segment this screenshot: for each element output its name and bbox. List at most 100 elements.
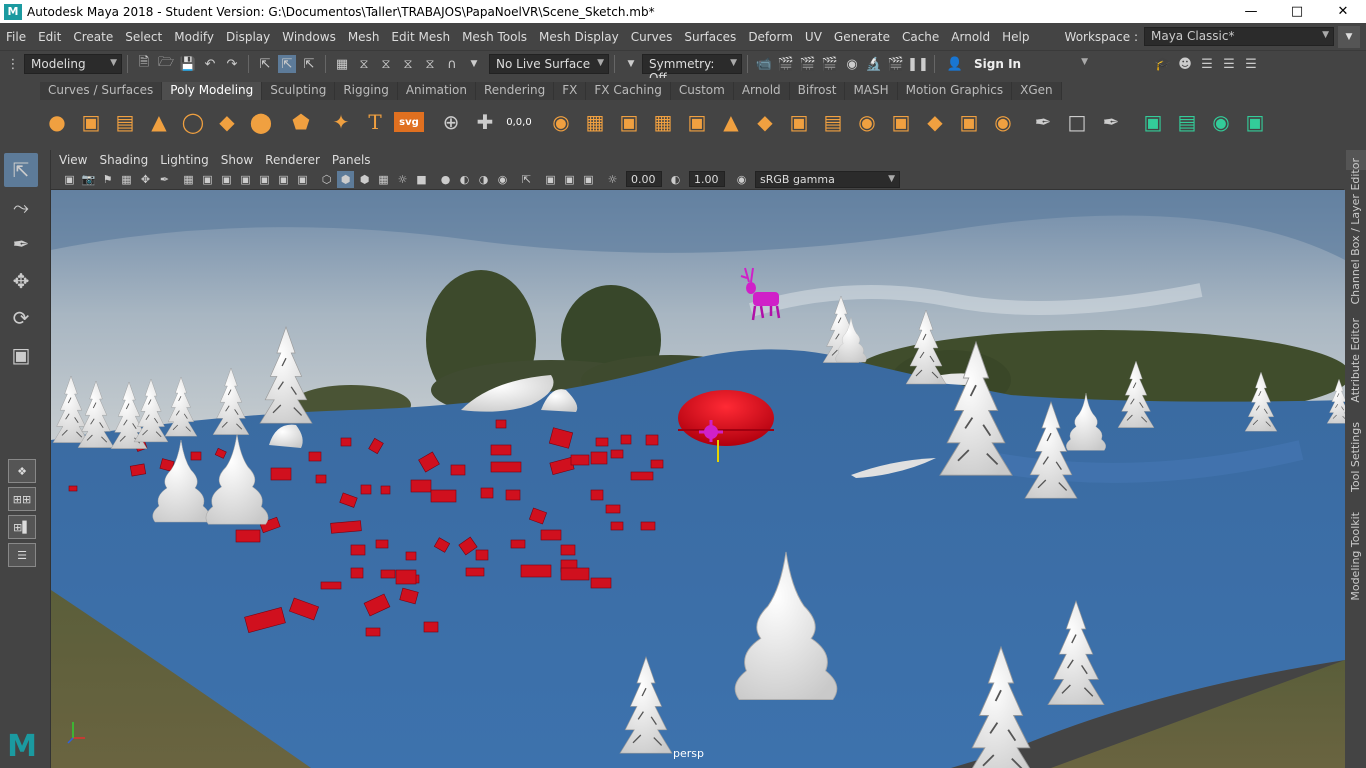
reduce-icon[interactable]: ▲ [716, 107, 746, 137]
four-view-layout-icon[interactable]: ⊞⊞ [8, 487, 36, 511]
center-pivot-icon[interactable]: ⊕ [436, 107, 466, 137]
menu-arnold[interactable]: Arnold [945, 30, 996, 44]
bevel-icon[interactable]: ▣ [886, 107, 916, 137]
platonic-solid-icon[interactable]: ⬟ [286, 107, 316, 137]
menu-deform[interactable]: Deform [742, 30, 799, 44]
panel-menu-view[interactable]: View [53, 153, 93, 167]
light-editor-icon[interactable]: 🎬 [887, 55, 905, 73]
panel-menu-renderer[interactable]: Renderer [259, 153, 326, 167]
scale-tool-icon[interactable]: ▣ [4, 338, 38, 372]
shelf-tab-arnold[interactable]: Arnold [733, 82, 790, 100]
minimize-button[interactable]: — [1228, 0, 1274, 23]
maximize-button[interactable]: □ [1274, 0, 1320, 23]
use-all-lights-icon[interactable]: ☼ [394, 171, 411, 188]
smooth-shade-icon[interactable]: ⬢ [337, 170, 354, 188]
snap-grid-icon[interactable]: ▦ [333, 55, 351, 73]
snap-options-icon[interactable]: ▼ [465, 55, 483, 73]
reset-transform-icon[interactable]: 0,0,0 [504, 107, 534, 137]
shelf-tab-curves-surfaces[interactable]: Curves / Surfaces [40, 82, 163, 100]
new-scene-icon[interactable]: 🗎 [135, 55, 153, 73]
fill-hole-icon[interactable]: ▣ [784, 107, 814, 137]
field-chart-icon[interactable]: ▣ [256, 171, 273, 188]
menu-cache[interactable]: Cache [896, 30, 945, 44]
shelf-tab-sculpting[interactable]: Sculpting [262, 82, 336, 100]
wedge-icon[interactable]: ◉ [988, 107, 1018, 137]
workspace-options-icon[interactable]: ▼ [1338, 25, 1360, 48]
uv-automatic-icon[interactable]: ▣ [1240, 107, 1270, 137]
panel-menu-lighting[interactable]: Lighting [154, 153, 215, 167]
render-view-icon[interactable]: 📹 [755, 55, 773, 73]
move-tool-icon[interactable]: ✥ [4, 264, 38, 298]
tab-channel-box[interactable]: Channel Box / Layer Editor [1349, 158, 1362, 305]
render-frame-icon[interactable]: 🎬 [777, 55, 795, 73]
shelf-tab-fx-caching[interactable]: FX Caching [586, 82, 671, 100]
text-tool-icon[interactable]: T [360, 107, 390, 137]
menu-mesh-tools[interactable]: Mesh Tools [456, 30, 533, 44]
gate-mask-icon[interactable]: ▣ [237, 171, 254, 188]
poly-sphere-icon[interactable]: ● [42, 107, 72, 137]
menu-file[interactable]: File [0, 30, 32, 44]
multi-cut-icon[interactable]: ✒ [1028, 107, 1058, 137]
screen-space-ao-icon[interactable]: ● [437, 171, 454, 188]
panel-menu-show[interactable]: Show [215, 153, 259, 167]
shelf-tab-bifrost[interactable]: Bifrost [789, 82, 846, 100]
poly-torus-icon[interactable]: ◯ [178, 107, 208, 137]
poly-disc-icon[interactable]: ⬤ [246, 107, 276, 137]
render-settings-icon[interactable]: 🎬 [821, 55, 839, 73]
shelf-tab-custom[interactable]: Custom [670, 82, 734, 100]
snap-curve-icon[interactable]: ⧖ [355, 55, 373, 73]
pause-render-icon[interactable]: ❚❚ [907, 55, 929, 73]
menu-uv[interactable]: UV [799, 30, 828, 44]
single-perspective-layout-icon[interactable]: ❖ [8, 459, 36, 483]
menu-select[interactable]: Select [119, 30, 168, 44]
menu-create[interactable]: Create [67, 30, 119, 44]
poly-cube-icon[interactable]: ▣ [76, 107, 106, 137]
modeling-toolkit-icon[interactable]: 🎓 [1154, 55, 1172, 73]
append-polygon-icon[interactable]: ◆ [920, 107, 950, 137]
xray-components-icon[interactable]: ▣ [580, 171, 597, 188]
poly-cone-icon[interactable]: ▲ [144, 107, 174, 137]
svg-tool-icon[interactable]: svg [394, 112, 424, 132]
sign-in-button[interactable]: Sign In [974, 54, 1094, 74]
tab-tool-settings[interactable]: Tool Settings [1349, 422, 1362, 492]
shelf-tab-rigging[interactable]: Rigging [335, 82, 398, 100]
menu-help[interactable]: Help [996, 30, 1035, 44]
undo-icon[interactable]: ↶ [201, 55, 219, 73]
isolate-select-icon[interactable]: ⇱ [518, 171, 535, 188]
rotate-tool-icon[interactable]: ⟳ [4, 301, 38, 335]
extrude-icon[interactable]: ◉ [852, 107, 882, 137]
save-scene-icon[interactable]: 💾 [179, 55, 197, 73]
panel-menu-panels[interactable]: Panels [326, 153, 377, 167]
red-dome[interactable] [678, 390, 774, 446]
color-management-icon[interactable]: ◉ [733, 171, 750, 188]
shelf-tab-rendering[interactable]: Rendering [476, 82, 555, 100]
symmetry-options-icon[interactable]: ▼ [622, 55, 640, 73]
two-pane-layout-icon[interactable]: ⊞▌ [8, 515, 36, 539]
poly-cylinder-icon[interactable]: ▤ [110, 107, 140, 137]
render-setup-icon[interactable]: 🔬 [865, 55, 883, 73]
textured-icon[interactable]: ▦ [375, 171, 392, 188]
extract-icon[interactable]: ▣ [614, 107, 644, 137]
menu-mesh-display[interactable]: Mesh Display [533, 30, 625, 44]
uv-planar-icon[interactable]: ▣ [1138, 107, 1168, 137]
connect-tool-icon[interactable]: ✒ [1096, 107, 1126, 137]
select-tool-icon[interactable]: ⇱ [4, 153, 38, 187]
menu-edit-mesh[interactable]: Edit Mesh [385, 30, 456, 44]
bookmark-icon[interactable]: ⚑ [99, 171, 116, 188]
camera-attributes-icon[interactable]: 📷 [80, 171, 97, 188]
paint-select-tool-icon[interactable]: ✒ [4, 227, 38, 261]
gamma-field[interactable]: 1.00 [689, 171, 725, 187]
workspace-dropdown[interactable]: Maya Classic* [1144, 27, 1334, 46]
tab-modeling-toolkit[interactable]: Modeling Toolkit [1349, 512, 1362, 601]
shelf-tab-mash[interactable]: MASH [845, 82, 898, 100]
hypershade-icon[interactable]: ◉ [843, 55, 861, 73]
shelf-tab-motion-graphics[interactable]: Motion Graphics [897, 82, 1013, 100]
outliner-layout-icon[interactable]: ☰ [8, 543, 36, 567]
safe-title-icon[interactable]: ▣ [294, 171, 311, 188]
depth-of-field-icon[interactable]: ◉ [494, 171, 511, 188]
lasso-tool-icon[interactable]: ⤳ [4, 190, 38, 224]
perspective-viewport[interactable]: persp [51, 190, 1345, 768]
wireframe-icon[interactable]: ⬡ [318, 171, 335, 188]
mirror-icon[interactable]: ◆ [750, 107, 780, 137]
snap-point-icon[interactable]: ⧖ [377, 55, 395, 73]
